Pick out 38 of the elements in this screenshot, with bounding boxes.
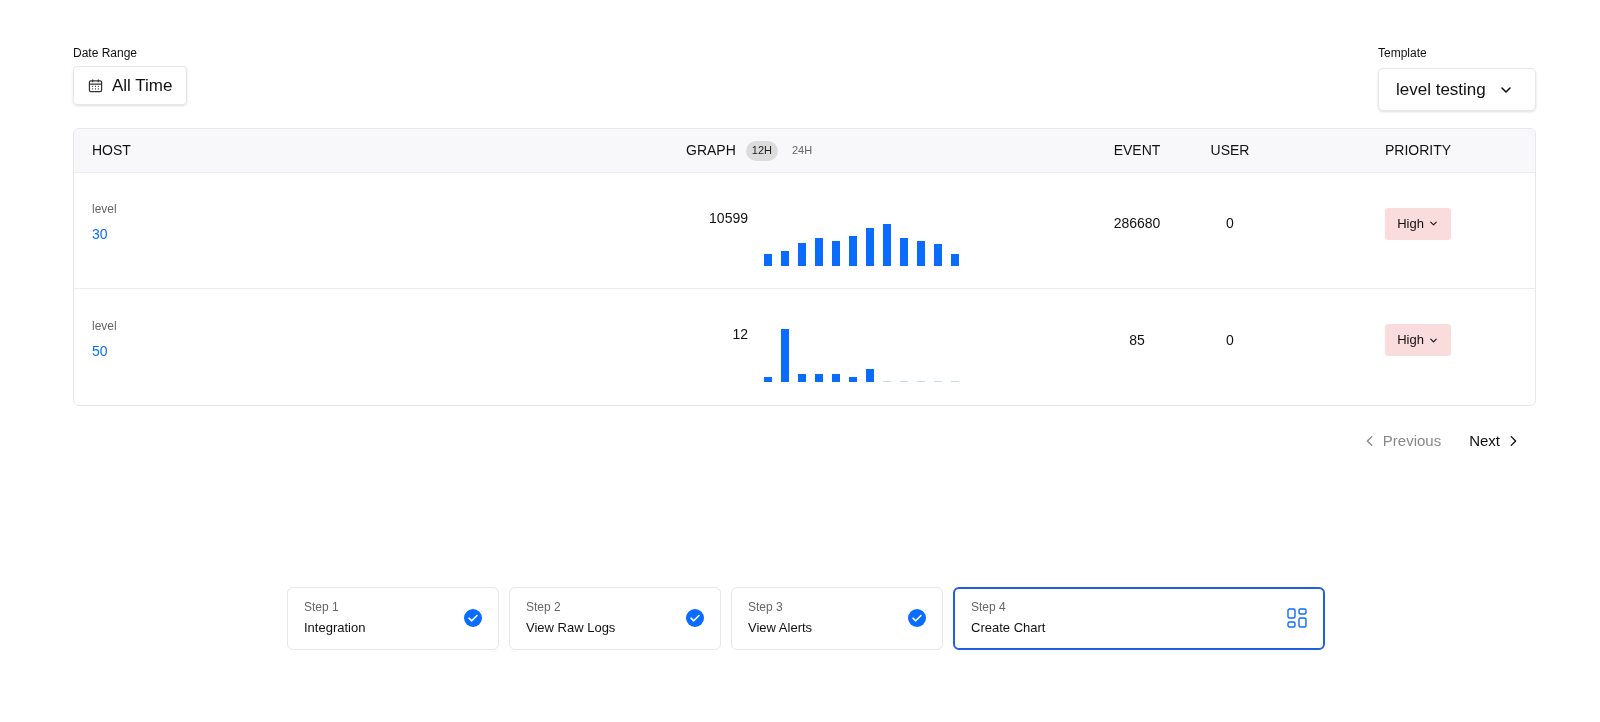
date-range-label: Date Range [73,45,139,62]
priority-dropdown[interactable]: High [1385,207,1451,240]
step-number: Step 4 [971,599,1007,617]
host-value: 30 [92,225,109,244]
chevron-down-icon [1427,218,1439,229]
column-header: GRAPH [686,141,736,160]
step-title: Integration [304,619,366,638]
event-count: 286680 [1113,214,1161,233]
step-title: View Raw Logs [526,619,616,638]
range-toggle[interactable]: 12H [745,140,778,161]
step-card[interactable]: Step 2 View Raw Logs [509,586,721,650]
calendar-icon [88,78,103,93]
column-header: USER [1210,141,1250,160]
column-header: EVENT [1113,141,1161,160]
event-count: 85 [1129,330,1145,350]
range-toggle[interactable]: 24H [788,140,817,161]
template-label: Template [1378,45,1428,62]
step-card[interactable]: Step 3 View Alerts [731,586,943,650]
step-number: Step 1 [304,599,340,617]
column-header: PRIORITY [1383,141,1452,160]
step-title: Create Chart [971,619,1046,638]
step-title: View Alerts [748,619,813,638]
graph-value: 12 [731,325,749,344]
step-number: Step 3 [748,599,784,617]
column-header: HOST [91,141,131,160]
host-label: level [92,317,118,335]
date-range-button[interactable]: All Time [73,66,188,105]
step-card[interactable]: Step 4 Create Chart [953,586,1325,650]
template-dropdown[interactable]: level testing [1378,68,1536,111]
next-button[interactable]: Next [1469,430,1520,453]
graph-value: 10599 [708,208,749,228]
host-value: 50 [92,341,109,361]
step-card[interactable]: Step 1 Integration [287,586,499,650]
priority-dropdown[interactable]: High [1385,324,1451,356]
step-number: Step 2 [526,599,562,617]
host-label: level [92,201,118,218]
user-count: 0 [1226,330,1234,350]
user-count: 0 [1226,214,1234,233]
